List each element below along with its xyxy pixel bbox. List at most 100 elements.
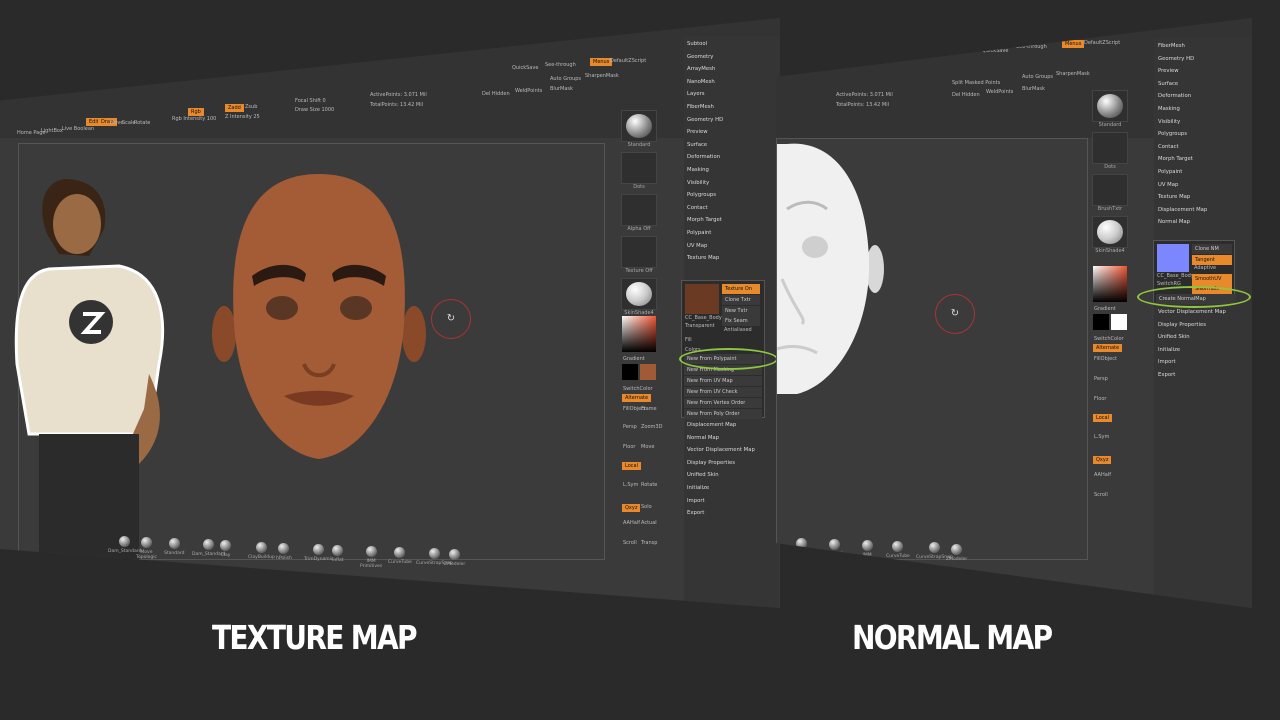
persp-button[interactable]: Persp	[623, 424, 637, 430]
alpha-slot[interactable]: Alpha Off	[621, 194, 657, 232]
see-through-slider-2[interactable]: See-through	[1016, 44, 1047, 50]
menu-item[interactable]: Visibility	[1158, 116, 1248, 129]
shelf-brush[interactable]: IMM Primitives	[360, 545, 382, 569]
menu-item[interactable]: Texture Map	[687, 252, 776, 265]
shelf-brush[interactable]: CurveTube	[886, 541, 910, 559]
live-boolean-button[interactable]: Live Boolean	[62, 126, 94, 132]
menu-item[interactable]: Geometry HD	[1158, 53, 1248, 66]
fill-object-button-2[interactable]: FillObject	[1094, 356, 1117, 362]
menu-item[interactable]: Display Properties	[1158, 319, 1226, 332]
menu-item[interactable]: Import	[687, 495, 755, 508]
zoom-button[interactable]: Zoom3D	[641, 424, 662, 430]
persp-button-2[interactable]: Persp	[1094, 376, 1108, 382]
scroll-button[interactable]: Scroll	[623, 540, 637, 546]
new-txtr-button[interactable]: New Txtr	[722, 306, 760, 316]
solo-button[interactable]: Solo	[641, 504, 652, 510]
zsub-button[interactable]: Zsub	[245, 104, 257, 110]
stroke-slot[interactable]: Dots	[621, 152, 657, 190]
menu-item[interactable]: Visibility	[687, 177, 776, 190]
menu-item[interactable]: Displacement Map	[687, 419, 755, 432]
auto-groups-button[interactable]: Auto Groups	[550, 76, 581, 82]
local-button-2[interactable]: Local	[1093, 414, 1112, 422]
switch-color-button[interactable]: SwitchColor	[623, 386, 653, 392]
standard-brush-slot-2[interactable]: Standard	[1092, 90, 1128, 128]
lsym-button[interactable]: L.Sym	[623, 482, 638, 488]
shelf-brush[interactable]: hPolish	[276, 542, 292, 561]
menu-item[interactable]: UV Map	[687, 240, 776, 253]
shelf-brush[interactable]: JhCut_A	[826, 539, 843, 557]
menu-item[interactable]: Initialize	[1158, 344, 1226, 357]
menu-item[interactable]: Export	[1158, 369, 1226, 382]
menu-item[interactable]: Normal Map	[1158, 216, 1248, 229]
menu-item[interactable]: Display Properties	[687, 457, 755, 470]
switch-color-button-2[interactable]: SwitchColor	[1094, 336, 1124, 342]
lsym-button-2[interactable]: L.Sym	[1094, 434, 1109, 440]
shelf-brush[interactable]: ZModeler	[946, 543, 967, 562]
del-hidden-button-2[interactable]: Del Hidden	[952, 92, 980, 98]
rotate-gizmo-icon-2[interactable]: ↻	[935, 294, 975, 334]
auto-groups-button-2[interactable]: Auto Groups	[1022, 74, 1053, 80]
smooth-uv-toggle[interactable]: SmoothUV	[1192, 274, 1232, 284]
shelf-brush[interactable]: ClayBuildup	[248, 541, 275, 560]
menu-item[interactable]: Polypaint	[1158, 166, 1248, 179]
texture-new-from-button[interactable]: New From UV Check	[684, 387, 762, 397]
menu-item[interactable]: Import	[1158, 356, 1226, 369]
shelf-brush[interactable]: Move Topologic	[136, 537, 157, 560]
alternate-button-2[interactable]: Alternate	[1093, 344, 1123, 352]
clone-txtr-button[interactable]: Clone Txtr	[722, 295, 760, 305]
menu-item[interactable]: Normal Map	[687, 432, 755, 445]
secondary-color-swatch-2[interactable]	[1111, 314, 1127, 330]
menu-item[interactable]: Morph Target	[1158, 153, 1248, 166]
texture-slot[interactable]: Texture Off	[621, 236, 657, 274]
menu-item[interactable]: Export	[687, 507, 755, 520]
standard-brush-slot[interactable]: Standard	[621, 110, 657, 148]
menu-item[interactable]: Initialize	[687, 482, 755, 495]
menu-item[interactable]: Masking	[1158, 103, 1248, 116]
menu-item[interactable]: NanoMesh	[687, 76, 776, 89]
menu-item[interactable]: Preview	[687, 126, 776, 139]
shelf-brush[interactable]: Standard	[164, 538, 184, 556]
main-color-swatch-2[interactable]	[1093, 314, 1109, 330]
menu-item[interactable]: Surface	[1158, 78, 1248, 91]
floor-button[interactable]: Floor	[623, 444, 635, 450]
menu-item[interactable]: UV Map	[1158, 179, 1248, 192]
clone-nm-button[interactable]: Clone NM	[1192, 244, 1232, 254]
rgb-button[interactable]: Rgb	[188, 108, 204, 116]
alternate-button[interactable]: Alternate	[622, 394, 652, 402]
rgb-intensity-slider[interactable]: Rgb Intensity 100	[172, 116, 216, 122]
adaptive-toggle[interactable]: Adaptive	[1194, 265, 1216, 271]
menu-item[interactable]: Deformation	[1158, 90, 1248, 103]
local-button[interactable]: Local	[622, 462, 641, 470]
shelf-brush[interactable]: Inflat	[796, 538, 808, 556]
tangent-toggle[interactable]: Tangent	[1192, 255, 1232, 265]
shelf-brush[interactable]: ZModeler	[444, 549, 465, 567]
draw-size-slider[interactable]: Draw Size 1000	[295, 107, 334, 113]
menu-item[interactable]: Morph Target	[687, 214, 776, 227]
xyz-button-2[interactable]: Qxyz	[1093, 456, 1112, 464]
stroke-slot-2[interactable]: Dots	[1092, 132, 1128, 170]
menus-button-2[interactable]: Menus	[1062, 40, 1085, 48]
menu-item[interactable]: Masking	[687, 164, 776, 177]
color-picker[interactable]	[622, 316, 656, 352]
weld-points-button[interactable]: WeldPoints	[515, 88, 542, 94]
menu-item[interactable]: FiberMesh	[1158, 40, 1248, 53]
shelf-brush[interactable]: Clay	[220, 540, 231, 558]
main-color-swatch[interactable]	[622, 364, 638, 380]
rotate-view-button[interactable]: Rotate	[641, 482, 657, 488]
texture-new-from-button[interactable]: New From Vertex Order	[684, 398, 762, 408]
texture-new-from-button[interactable]: New From UV Map	[684, 376, 762, 386]
split-masked-button[interactable]: Split Masked Points	[952, 80, 1000, 86]
focal-shift-slider[interactable]: Focal Shift 0	[295, 98, 326, 104]
menu-item[interactable]: Deformation	[687, 151, 776, 164]
see-through-slider[interactable]: See-through	[545, 62, 576, 68]
z-intensity-slider[interactable]: Z Intensity 25	[225, 114, 260, 120]
quicksave-button[interactable]: QuickSave	[512, 65, 538, 71]
menu-item[interactable]: Polygroups	[1158, 128, 1248, 141]
scroll-button-2[interactable]: Scroll	[1094, 492, 1108, 498]
transparent-toggle[interactable]: Transparent	[685, 323, 715, 329]
menu-item[interactable]: Vector Displacement Map	[687, 444, 755, 457]
sharpen-mask-button[interactable]: SharpenMask	[585, 73, 619, 79]
shelf-brush[interactable]: IMM Primitives	[856, 540, 878, 563]
menu-item[interactable]: Unified Skin	[1158, 331, 1226, 344]
texture-slot-2[interactable]: BrushTxtr	[1092, 174, 1128, 212]
